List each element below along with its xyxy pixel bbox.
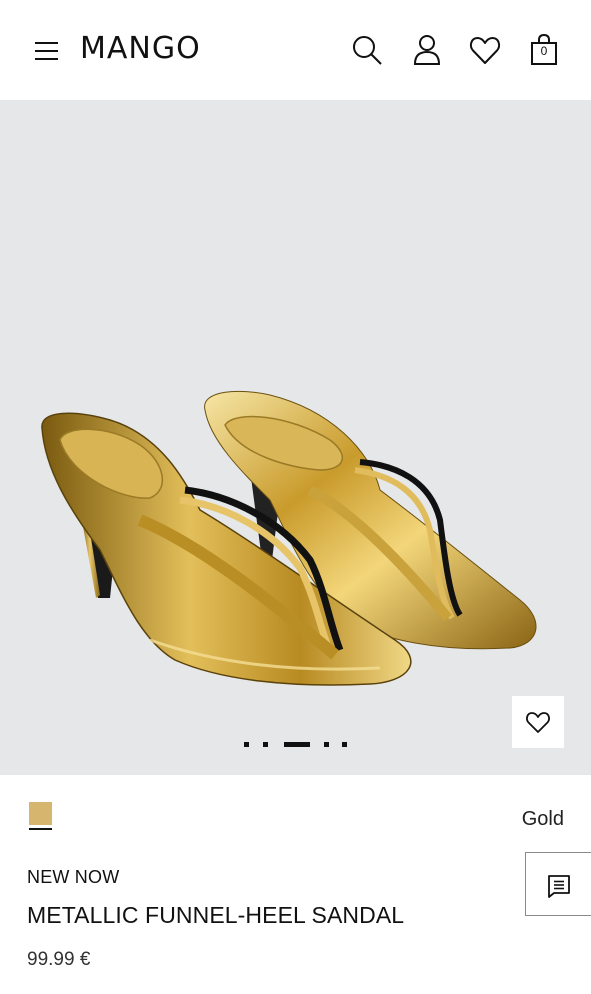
product-image bbox=[41, 390, 537, 686]
new-now-badge: NEW NOW bbox=[27, 867, 120, 887]
product-price: 99.99 € bbox=[27, 949, 91, 970]
selected-color-name: Gold bbox=[521, 808, 564, 830]
site-header: MANGO 0 bbox=[0, 0, 591, 101]
pagination-dot[interactable] bbox=[324, 742, 329, 747]
pagination-dot[interactable] bbox=[244, 742, 249, 747]
favorite-button[interactable] bbox=[512, 696, 564, 748]
user-icon[interactable] bbox=[410, 33, 444, 67]
pagination-dot-active[interactable] bbox=[284, 742, 310, 747]
chat-icon bbox=[548, 875, 570, 898]
product-title: METALLIC FUNNEL-HEEL SANDAL bbox=[27, 902, 405, 928]
cart-count: 0 bbox=[540, 44, 548, 58]
heart-icon bbox=[526, 712, 550, 733]
brand-logo[interactable]: MANGO bbox=[80, 31, 201, 66]
search-icon[interactable] bbox=[350, 33, 384, 67]
product-image-gallery[interactable] bbox=[0, 100, 591, 775]
color-swatch-gold[interactable] bbox=[29, 802, 52, 825]
menu-icon[interactable] bbox=[32, 40, 60, 62]
pagination-dot[interactable] bbox=[342, 742, 347, 747]
gallery-pagination bbox=[244, 741, 354, 749]
heart-icon[interactable] bbox=[468, 33, 502, 67]
pagination-dot[interactable] bbox=[263, 742, 268, 747]
swatch-selected-indicator bbox=[29, 828, 52, 830]
bag-icon[interactable]: 0 bbox=[527, 33, 561, 67]
chat-button[interactable] bbox=[525, 852, 591, 916]
